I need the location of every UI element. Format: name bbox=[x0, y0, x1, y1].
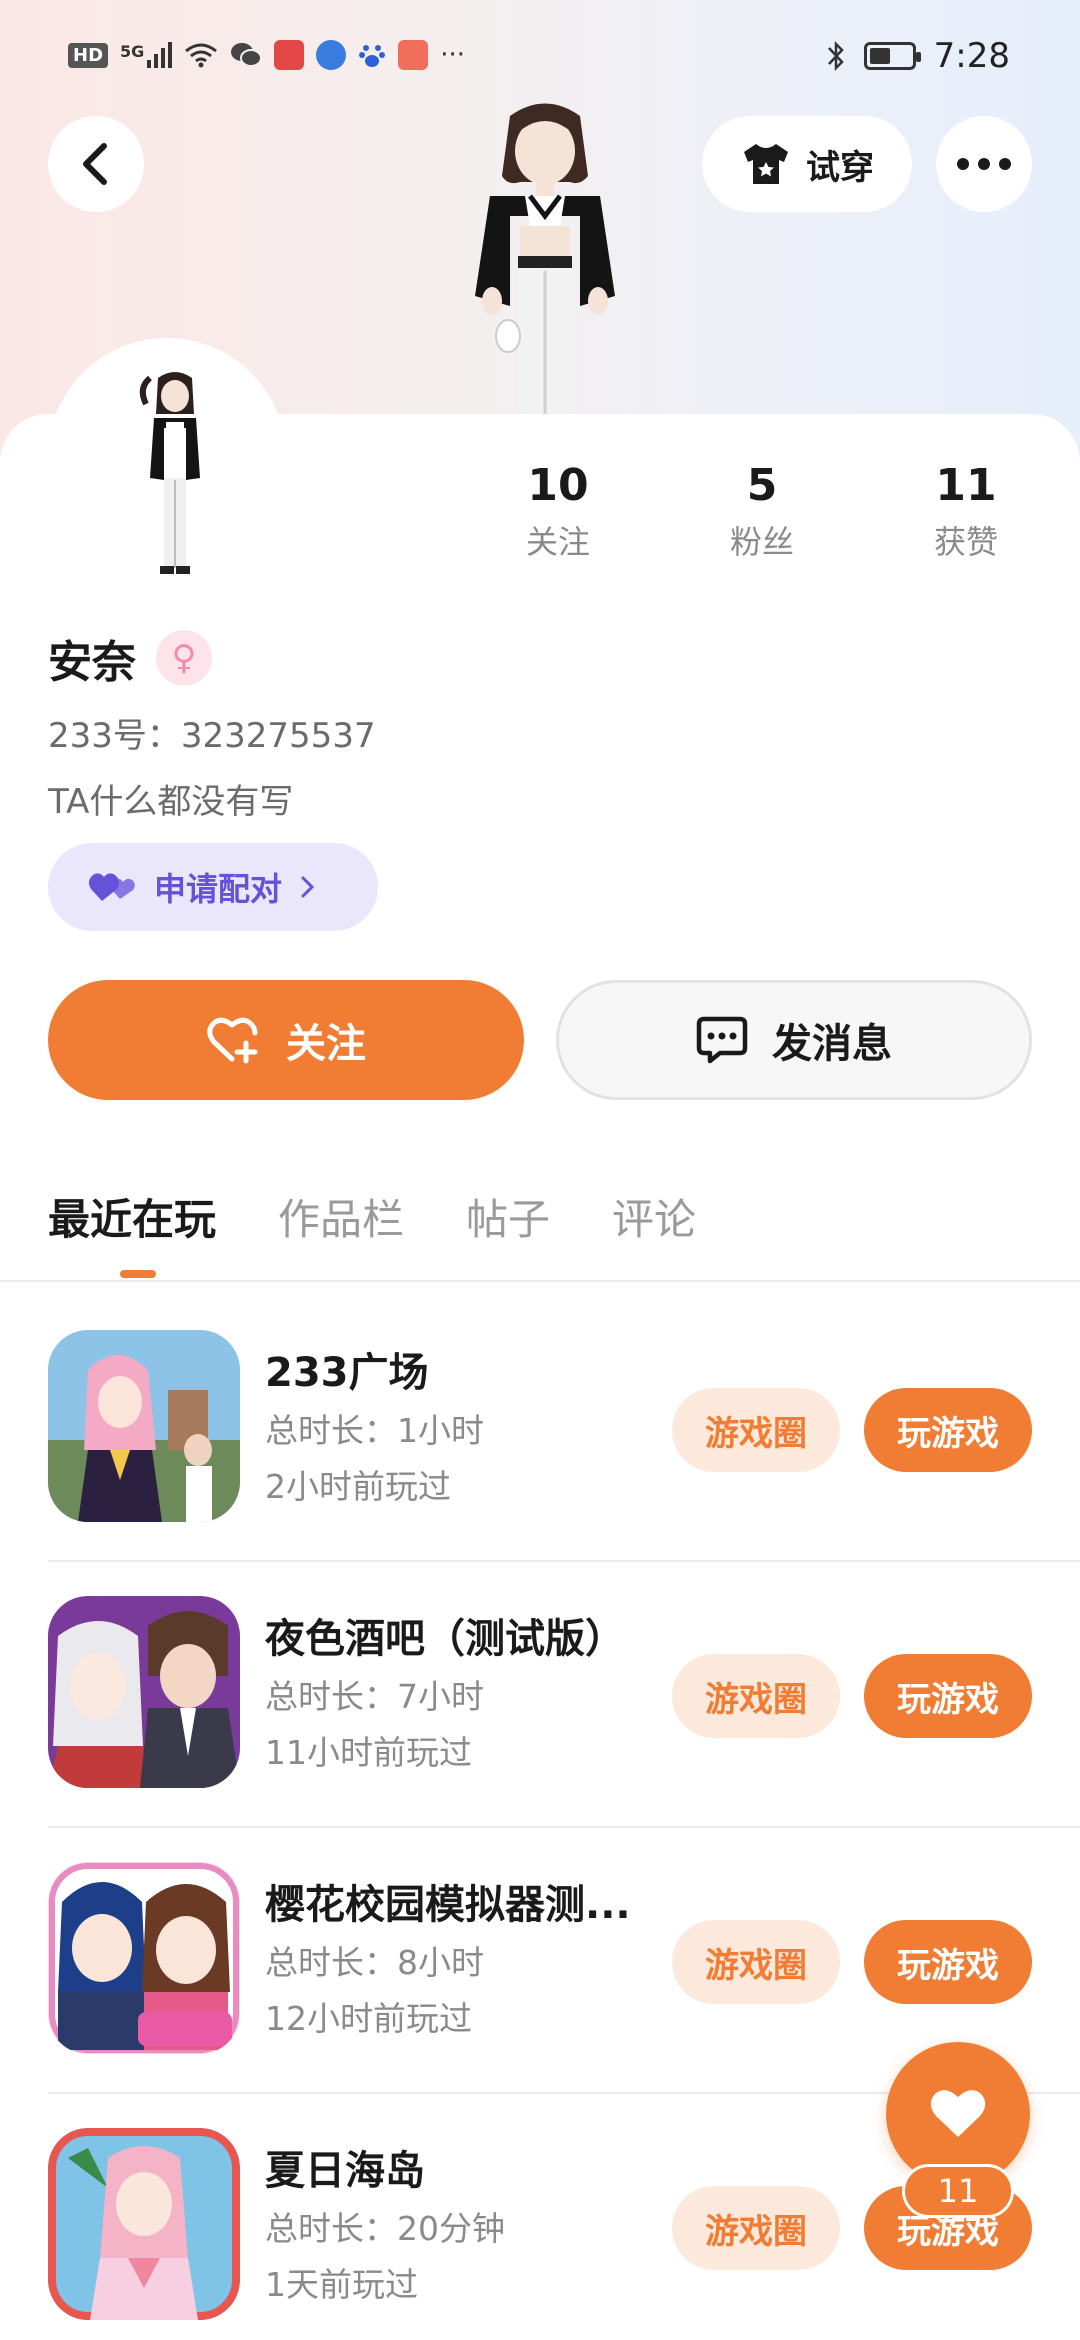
user-id: 233号：323275537 bbox=[48, 716, 376, 756]
try-on-button[interactable]: 试穿 bbox=[702, 116, 912, 212]
game-total-duration: 总时长：20分钟 bbox=[265, 2209, 505, 2248]
game-last-played: 11小时前玩过 bbox=[265, 1733, 472, 1772]
list-item[interactable]: 夜色酒吧（测试版） 总时长：7小时 11小时前玩过 游戏圈 玩游戏 bbox=[0, 1562, 1080, 1828]
chevron-left-icon bbox=[83, 143, 107, 185]
female-gender-icon: ♀ bbox=[156, 630, 212, 686]
avatar[interactable] bbox=[130, 368, 220, 578]
signal-icon: 5G bbox=[120, 42, 173, 68]
likes-label: 获赞 bbox=[933, 523, 998, 561]
likes-count: 11 bbox=[935, 460, 997, 511]
hd-badge: HD bbox=[68, 42, 109, 68]
tab-works[interactable]: 作品栏 bbox=[278, 1186, 404, 1247]
stat-following[interactable]: 10 关注 bbox=[478, 460, 638, 563]
play-game-button[interactable]: 玩游戏 bbox=[864, 1388, 1032, 1472]
game-icon-sakura-school bbox=[48, 1862, 240, 2054]
following-label: 关注 bbox=[525, 523, 590, 561]
game-title: 夜色酒吧（测试版） bbox=[265, 1616, 625, 1662]
request-pairing-label: 申请配对 bbox=[154, 870, 283, 908]
stat-likes[interactable]: 11 获赞 bbox=[886, 460, 1046, 563]
play-game-button[interactable]: 玩游戏 bbox=[864, 1654, 1032, 1738]
heart-plus-icon bbox=[207, 1017, 258, 1064]
game-last-played: 12小时前玩过 bbox=[265, 1999, 472, 2038]
game-icon-summer-island bbox=[48, 2128, 240, 2320]
chevron-right-icon bbox=[301, 876, 315, 898]
game-icon-night-bar bbox=[48, 1596, 240, 1788]
follow-button[interactable]: 关注 bbox=[48, 980, 524, 1100]
battery-icon bbox=[863, 42, 921, 70]
hearts-icon bbox=[88, 873, 135, 901]
heart-icon bbox=[930, 2090, 986, 2137]
game-last-played: 2小时前玩过 bbox=[265, 1467, 451, 1506]
wifi-icon bbox=[185, 43, 218, 68]
game-circle-button[interactable]: 游戏圈 bbox=[672, 1388, 840, 1472]
game-title: 233广场 bbox=[265, 1350, 429, 1396]
try-on-label: 试穿 bbox=[806, 147, 874, 188]
send-message-label: 发消息 bbox=[772, 1021, 892, 1067]
play-game-button[interactable]: 玩游戏 bbox=[864, 1920, 1032, 2004]
tabs-divider bbox=[0, 1280, 1080, 1282]
game-circle-button[interactable]: 游戏圈 bbox=[672, 1654, 840, 1738]
list-item[interactable]: 233广场 总时长：1小时 2小时前玩过 游戏圈 玩游戏 bbox=[0, 1296, 1080, 1562]
browser-app-icon bbox=[316, 40, 347, 70]
battery-level bbox=[869, 48, 890, 64]
game-last-played: 1天前玩过 bbox=[265, 2265, 418, 2304]
profile-tabs: 最近在玩 作品栏 帖子 评论 bbox=[48, 1186, 696, 1247]
user-bio: TA什么都没有写 bbox=[48, 782, 294, 822]
baidu-icon bbox=[359, 45, 386, 67]
name-row: 安奈 ♀ bbox=[48, 626, 212, 690]
bluetooth-icon bbox=[827, 40, 844, 72]
game-total-duration: 总时长：7小时 bbox=[265, 1677, 484, 1716]
book-app-icon bbox=[274, 40, 305, 70]
game-circle-button[interactable]: 游戏圈 bbox=[672, 2186, 840, 2270]
back-button[interactable] bbox=[48, 116, 144, 212]
chat-bubble-icon bbox=[696, 1016, 748, 1064]
followers-label: 粉丝 bbox=[729, 523, 794, 561]
tab-posts[interactable]: 帖子 bbox=[466, 1186, 550, 1247]
more-notifications: ··· bbox=[440, 40, 466, 70]
game-icon-233-plaza bbox=[48, 1330, 240, 1522]
wechat-icon bbox=[231, 43, 263, 67]
active-tab-indicator bbox=[120, 1270, 156, 1278]
request-pairing-button[interactable]: 申请配对 bbox=[48, 843, 378, 931]
user-name: 安奈 bbox=[48, 637, 136, 688]
avatar-3d-figure bbox=[475, 103, 615, 416]
follow-label: 关注 bbox=[286, 1021, 366, 1067]
send-message-button[interactable]: 发消息 bbox=[556, 980, 1032, 1100]
tshirt-icon bbox=[744, 144, 788, 184]
following-count: 10 bbox=[527, 460, 589, 511]
game-title: 樱花校园模拟器测... bbox=[265, 1882, 631, 1928]
tab-recently-played[interactable]: 最近在玩 bbox=[48, 1186, 216, 1247]
status-right: 7:28 bbox=[826, 36, 1010, 76]
tab-comments[interactable]: 评论 bbox=[612, 1186, 696, 1247]
game-title: 夏日海岛 bbox=[265, 2148, 425, 2194]
game-total-duration: 总时长：8小时 bbox=[265, 1943, 484, 1982]
shopping-app-icon bbox=[398, 40, 429, 70]
clock: 7:28 bbox=[933, 36, 1010, 76]
stat-followers[interactable]: 5 粉丝 bbox=[682, 460, 842, 563]
followers-count: 5 bbox=[746, 460, 778, 511]
signal-label: 5G bbox=[120, 42, 145, 61]
more-options-button[interactable] bbox=[936, 116, 1032, 212]
like-count-badge: 11 bbox=[902, 2164, 1014, 2218]
game-total-duration: 总时长：1小时 bbox=[265, 1411, 484, 1450]
status-left: HD 5G ··· bbox=[68, 40, 465, 70]
more-dots-icon bbox=[957, 158, 1011, 170]
game-circle-button[interactable]: 游戏圈 bbox=[672, 1920, 840, 2004]
